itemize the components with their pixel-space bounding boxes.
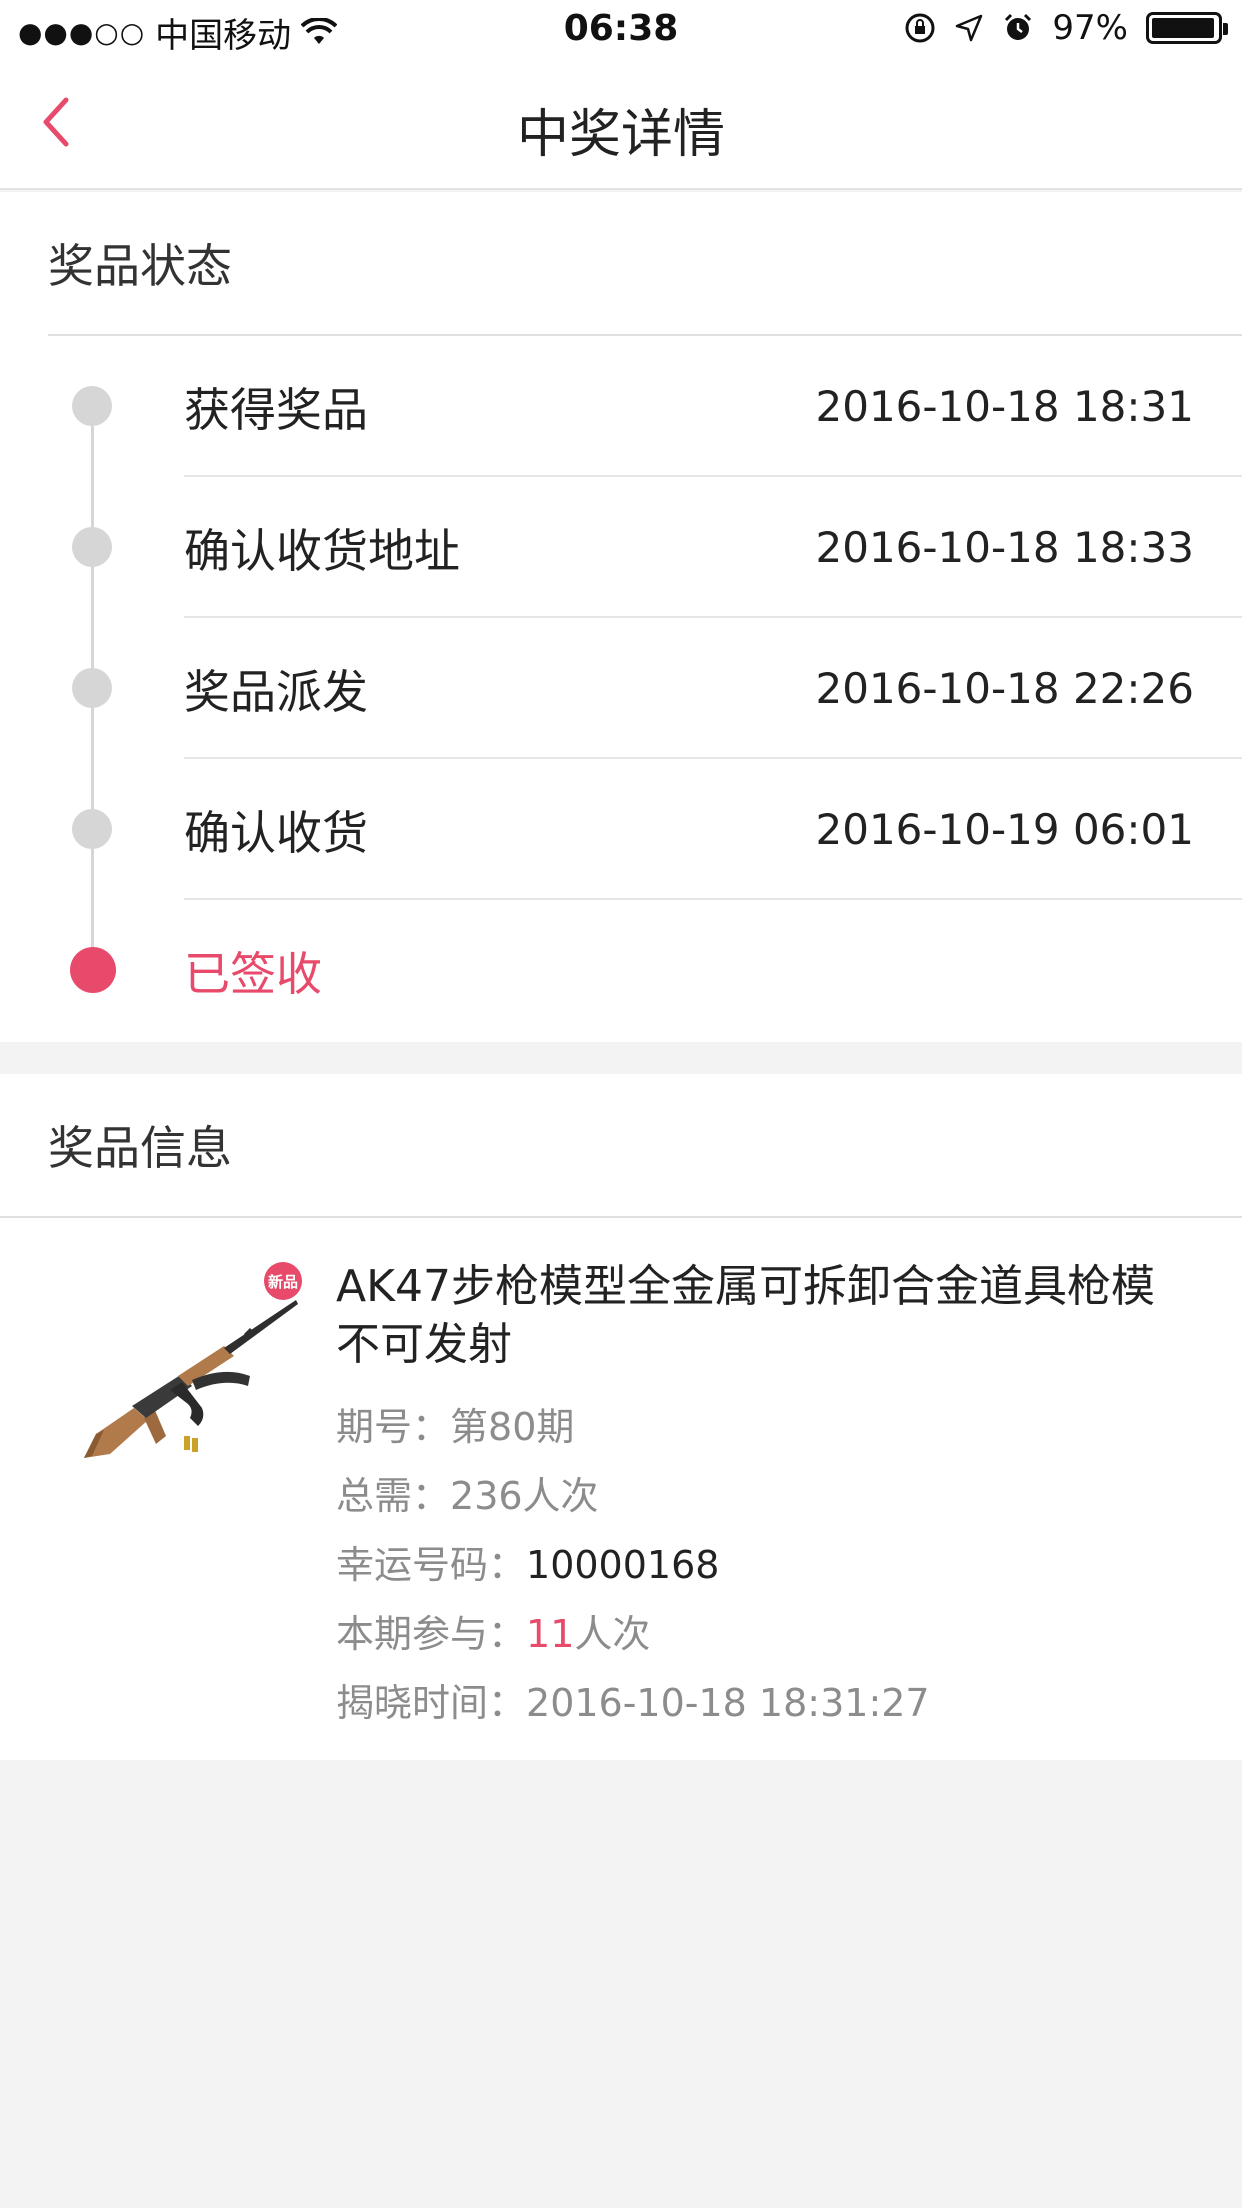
lucky-number-label: 幸运号码： xyxy=(336,1543,527,1587)
reveal-time-row: 揭晓时间：2016-10-18 18:31:27 xyxy=(336,1672,930,1727)
step-label: 确认收货 xyxy=(184,805,368,860)
period-value: 第80期 xyxy=(450,1405,575,1449)
battery-percent: 97% xyxy=(1052,8,1128,48)
reveal-time-label: 揭晓时间： xyxy=(336,1681,527,1725)
status-bar: ●●●○○ 中国移动 06:38 97% xyxy=(0,0,1242,62)
prize-info-section: 奖品信息 新品 AK47步枪模型全金属可拆卸合金道具枪模不可发射 期号：第80期… xyxy=(0,1074,1242,1760)
timeline-step: 奖品派发 2016-10-18 22:26 xyxy=(0,618,1242,759)
total-value: 236人次 xyxy=(450,1474,599,1518)
status-timeline: 获得奖品 2016-10-18 18:31 确认收货地址 2016-10-18 … xyxy=(0,336,1242,1041)
timeline-step: 确认收货地址 2016-10-18 18:33 xyxy=(0,477,1242,618)
step-label: 获得奖品 xyxy=(184,382,368,437)
location-icon xyxy=(956,14,983,42)
participation-label: 本期参与： xyxy=(336,1612,527,1656)
product-item[interactable]: 新品 AK47步枪模型全金属可拆卸合金道具枪模不可发射 期号：第80期 总需：2… xyxy=(0,1218,1242,1758)
product-title[interactable]: AK47步枪模型全金属可拆卸合金道具枪模不可发射 xyxy=(336,1258,1196,1374)
participation-count: 11 xyxy=(526,1612,575,1656)
rotation-lock-icon xyxy=(905,13,935,43)
timeline-dot xyxy=(72,809,112,849)
battery-icon xyxy=(1146,12,1228,44)
battery-nub xyxy=(1223,23,1228,35)
timeline-step: 确认收货 2016-10-19 06:01 xyxy=(0,759,1242,900)
lucky-number-row: 幸运号码：10000168 xyxy=(336,1534,719,1589)
status-bar-right: 97% xyxy=(904,8,1228,48)
alarm-icon xyxy=(1005,13,1032,40)
step-time: 2016-10-18 22:26 xyxy=(815,664,1194,713)
period-row: 期号：第80期 xyxy=(336,1396,574,1451)
step-time: 2016-10-19 06:01 xyxy=(815,805,1194,854)
timeline-dot xyxy=(72,386,112,426)
period-label: 期号： xyxy=(336,1405,451,1449)
total-row: 总需：236人次 xyxy=(336,1465,599,1520)
step-label: 确认收货地址 xyxy=(184,523,460,578)
step-time: 2016-10-18 18:31 xyxy=(815,382,1194,431)
participation-row: 本期参与：11人次 xyxy=(336,1603,650,1658)
timeline-dot xyxy=(72,527,112,567)
participation-unit: 人次 xyxy=(574,1612,651,1656)
prize-info-title: 奖品信息 xyxy=(0,1074,1242,1218)
step-time: 2016-10-18 18:33 xyxy=(815,523,1194,572)
page-title: 中奖详情 xyxy=(516,105,725,165)
prize-status-section: 奖品状态 获得奖品 2016-10-18 18:31 确认收货地址 2016-1… xyxy=(0,192,1242,1042)
navigation-bar: 中奖详情 xyxy=(0,62,1242,190)
timeline-step-current: 已签收 xyxy=(0,900,1242,1041)
timeline-dot-active xyxy=(70,947,116,993)
timeline-step: 获得奖品 2016-10-18 18:31 xyxy=(0,336,1242,477)
new-product-badge: 新品 xyxy=(264,1262,302,1300)
reveal-time-value: 2016-10-18 18:31:27 xyxy=(526,1681,930,1725)
timeline-dot xyxy=(72,668,112,708)
prize-status-title: 奖品状态 xyxy=(48,192,1242,336)
total-label: 总需： xyxy=(336,1474,451,1518)
battery-fill xyxy=(1152,18,1215,38)
step-label: 奖品派发 xyxy=(184,664,368,719)
lucky-number-value: 10000168 xyxy=(526,1543,720,1587)
step-label-current: 已签收 xyxy=(184,946,322,1001)
